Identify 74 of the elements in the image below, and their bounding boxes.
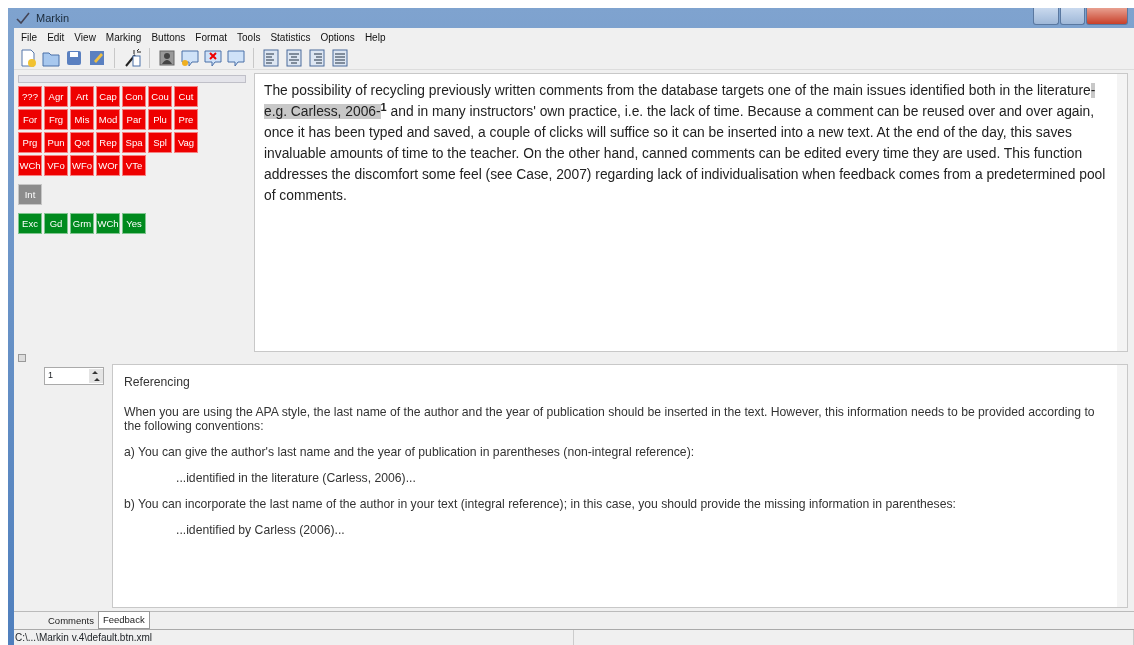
marking-button[interactable]: Mis: [70, 109, 94, 130]
marking-button[interactable]: Int: [18, 184, 42, 205]
marking-button[interactable]: WCh: [96, 213, 120, 234]
app-icon: [16, 12, 30, 24]
scrollbar[interactable]: [1117, 365, 1127, 607]
example-text: ...identified in the literature (Carless, 2006)...: [175, 471, 417, 485]
marking-button[interactable]: WCh: [18, 155, 42, 176]
marking-button[interactable]: Qot: [70, 132, 94, 153]
person-icon[interactable]: [157, 48, 177, 68]
menu-item[interactable]: Help: [359, 30, 391, 45]
comment-viewer[interactable]: [112, 364, 1128, 608]
tab[interactable]: Feedback: [97, 610, 150, 629]
maximize-button[interactable]: [1060, 8, 1085, 25]
document-editor[interactable]: [254, 73, 1128, 352]
marking-button[interactable]: VFo: [44, 155, 68, 176]
marking-button[interactable]: For: [18, 109, 42, 130]
marking-button[interactable]: Frg: [44, 109, 68, 130]
marking-button[interactable]: ???: [18, 86, 42, 107]
marking-button[interactable]: Art: [70, 86, 94, 107]
menu-item[interactable]: Marking: [100, 30, 147, 45]
document-icon[interactable]: [18, 48, 38, 68]
marking-button[interactable]: Yes: [122, 213, 146, 234]
menu-item[interactable]: Statistics: [265, 30, 316, 45]
menu-item[interactable]: Tools: [232, 30, 266, 45]
scrollbar[interactable]: [1117, 74, 1127, 351]
document-paragraph: The possibility of recycling previously written comments from the database targets one of the main issues identified both in the literature-e.g. Carless, 2006-$^{1}$ and in many instructors' own practice, i.e. the lack of time. Because a comment can be reused over and over again, once it has been typed and saved, a couple of clicks will suffice so it can be inserted into a new text. At the end of the day, this saves invaluable amounts of time to the teacher. On the other hand, canned comments can be edited every time they are used. This function addresses the discomfort some feel (see Case, 2007) regarding lack of individualisation when feedback comes from a predetermined pool of comments.: [264, 82, 1107, 205]
marking-button[interactable]: Cou: [148, 86, 172, 107]
menu-item[interactable]: Format: [190, 30, 233, 45]
align-left-icon[interactable]: [261, 48, 281, 68]
menu-item[interactable]: Edit: [42, 30, 70, 45]
scrollbar[interactable]: [18, 75, 246, 83]
marking-button[interactable]: Agr: [44, 86, 68, 107]
marking-button[interactable]: Rep: [96, 132, 120, 153]
wand-icon[interactable]: [122, 48, 142, 68]
marking-button[interactable]: Par: [122, 109, 146, 130]
menu-item[interactable]: Options: [315, 30, 360, 45]
marking-button[interactable]: Prg: [18, 132, 42, 153]
menu-item[interactable]: File: [16, 30, 43, 45]
collapse-icon[interactable]: [18, 354, 26, 362]
comment-title: Referencing: [124, 375, 191, 389]
edit-icon[interactable]: [87, 48, 107, 68]
marking-button[interactable]: Pre: [174, 109, 198, 130]
marking-button[interactable]: WFo: [70, 155, 94, 176]
window-title: Markin: [36, 10, 69, 26]
marking-button[interactable]: Pun: [44, 132, 68, 153]
file-path: C:\...\Markin v.4\default.btn.xml: [15, 632, 153, 643]
marking-button[interactable]: VTe: [122, 155, 146, 176]
comment-paragraph: a) You can give the author's last name and the year of publication in parentheses (non-integral reference):: [124, 445, 696, 459]
marking-button[interactable]: Con: [122, 86, 146, 107]
marking-button[interactable]: Plu: [148, 109, 172, 130]
save-icon[interactable]: [64, 48, 84, 68]
menu-item[interactable]: View: [69, 30, 101, 45]
marking-button[interactable]: Exc: [18, 213, 42, 234]
align-center-icon[interactable]: [284, 48, 304, 68]
justify-icon[interactable]: [330, 48, 350, 68]
marking-button[interactable]: Cut: [174, 86, 198, 107]
example-text: ...identified by Carless (2006)...: [175, 523, 346, 537]
delete-comment-icon[interactable]: [203, 48, 223, 68]
marking-button[interactable]: Grm: [70, 213, 94, 234]
close-button[interactable]: [1086, 8, 1128, 25]
comment-number-spinner[interactable]: 1: [44, 367, 104, 385]
marking-button[interactable]: Spa: [122, 132, 146, 153]
comment-paragraph: b) You can incorporate the last name of the author in your text (integral reference); in this case, you should provide the missing information in parentheses:: [124, 497, 957, 511]
marking-button[interactable]: Mod: [96, 109, 120, 130]
menu-item[interactable]: Buttons: [146, 30, 191, 45]
marking-button[interactable]: Gd: [44, 213, 68, 234]
comment-icon[interactable]: [226, 48, 246, 68]
minimize-button[interactable]: [1033, 8, 1059, 25]
marking-button[interactable]: WOr: [96, 155, 120, 176]
marking-button[interactable]: Cap: [96, 86, 120, 107]
marking-button[interactable]: Spl: [148, 132, 172, 153]
marking-button[interactable]: Vag: [174, 132, 198, 153]
comment-paragraph: When you are using the APA style, the last name of the author and the year of publication should be inserted in the text. However, this information needs to be provided according to the following conventions:: [124, 405, 1096, 433]
align-right-icon[interactable]: [307, 48, 327, 68]
